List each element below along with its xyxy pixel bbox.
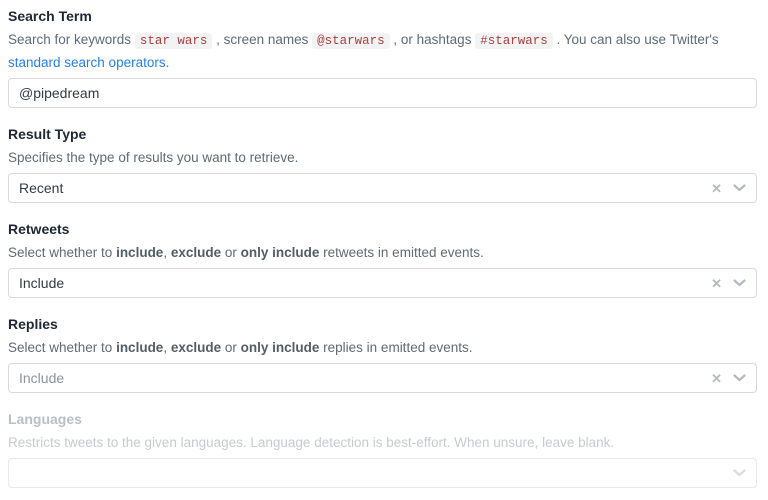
chevron-down-icon[interactable] <box>733 184 746 192</box>
keyword-example-code: star wars <box>135 33 213 49</box>
field-retweets: Retweets Select whether to include, excl… <box>8 221 757 298</box>
hashtag-example-code: #starwars <box>475 33 553 49</box>
field-languages: Languages Restricts tweets to the given … <box>8 411 757 488</box>
desc-text: or <box>221 245 241 260</box>
desc-text: or <box>221 340 241 355</box>
retweets-selected-value: Include <box>19 275 711 291</box>
field-search-term: Search Term Search for keywords star war… <box>8 8 757 108</box>
retweets-description: Select whether to include, exclude or on… <box>8 242 757 263</box>
chevron-down-icon[interactable] <box>733 279 746 287</box>
select-icons <box>733 469 746 477</box>
chevron-down-icon <box>733 469 746 477</box>
clear-icon[interactable]: ✕ <box>711 182 722 195</box>
desc-bold: only include <box>241 245 320 260</box>
retweets-select[interactable]: Include ✕ <box>8 268 757 298</box>
clear-icon[interactable]: ✕ <box>711 277 722 290</box>
replies-select[interactable]: Include ✕ <box>8 363 757 393</box>
desc-text: retweets in emitted events. <box>319 245 483 260</box>
replies-description: Select whether to include, exclude or on… <box>8 337 757 358</box>
languages-select[interactable] <box>8 458 757 488</box>
desc-bold: exclude <box>171 245 221 260</box>
result-type-label: Result Type <box>8 126 757 142</box>
desc-text: replies in emitted events. <box>319 340 472 355</box>
desc-bold: include <box>116 340 163 355</box>
replies-label: Replies <box>8 316 757 332</box>
desc-text: , or hashtags <box>390 32 476 47</box>
languages-label: Languages <box>8 411 757 427</box>
screen-name-example-code: @starwars <box>312 33 390 49</box>
search-term-label: Search Term <box>8 8 757 24</box>
twitter-search-config-form: Search Term Search for keywords star war… <box>0 0 768 488</box>
search-operators-link[interactable]: standard search operators. <box>8 55 169 70</box>
select-icons: ✕ <box>711 277 746 290</box>
desc-text: , <box>163 245 171 260</box>
desc-bold: exclude <box>171 340 221 355</box>
desc-bold: only include <box>241 340 320 355</box>
clear-icon[interactable]: ✕ <box>711 372 722 385</box>
languages-description: Restricts tweets to the given languages.… <box>8 432 757 453</box>
result-type-selected-value: Recent <box>19 180 711 196</box>
search-term-description: Search for keywords star wars , screen n… <box>8 29 757 73</box>
select-icons: ✕ <box>711 182 746 195</box>
desc-text: . You can also use Twitter's <box>553 32 719 47</box>
desc-text: Select whether to <box>8 245 116 260</box>
search-term-input[interactable] <box>8 78 757 108</box>
desc-text: Search for keywords <box>8 32 135 47</box>
retweets-label: Retweets <box>8 221 757 237</box>
chevron-down-icon[interactable] <box>733 374 746 382</box>
field-replies: Replies Select whether to include, exclu… <box>8 316 757 393</box>
replies-selected-value: Include <box>19 370 711 386</box>
result-type-select[interactable]: Recent ✕ <box>8 173 757 203</box>
desc-text: , <box>163 340 171 355</box>
select-icons: ✕ <box>711 372 746 385</box>
field-result-type: Result Type Specifies the type of result… <box>8 126 757 203</box>
desc-text: Select whether to <box>8 340 116 355</box>
desc-text: , screen names <box>212 32 312 47</box>
result-type-description: Specifies the type of results you want t… <box>8 147 757 168</box>
desc-bold: include <box>116 245 163 260</box>
